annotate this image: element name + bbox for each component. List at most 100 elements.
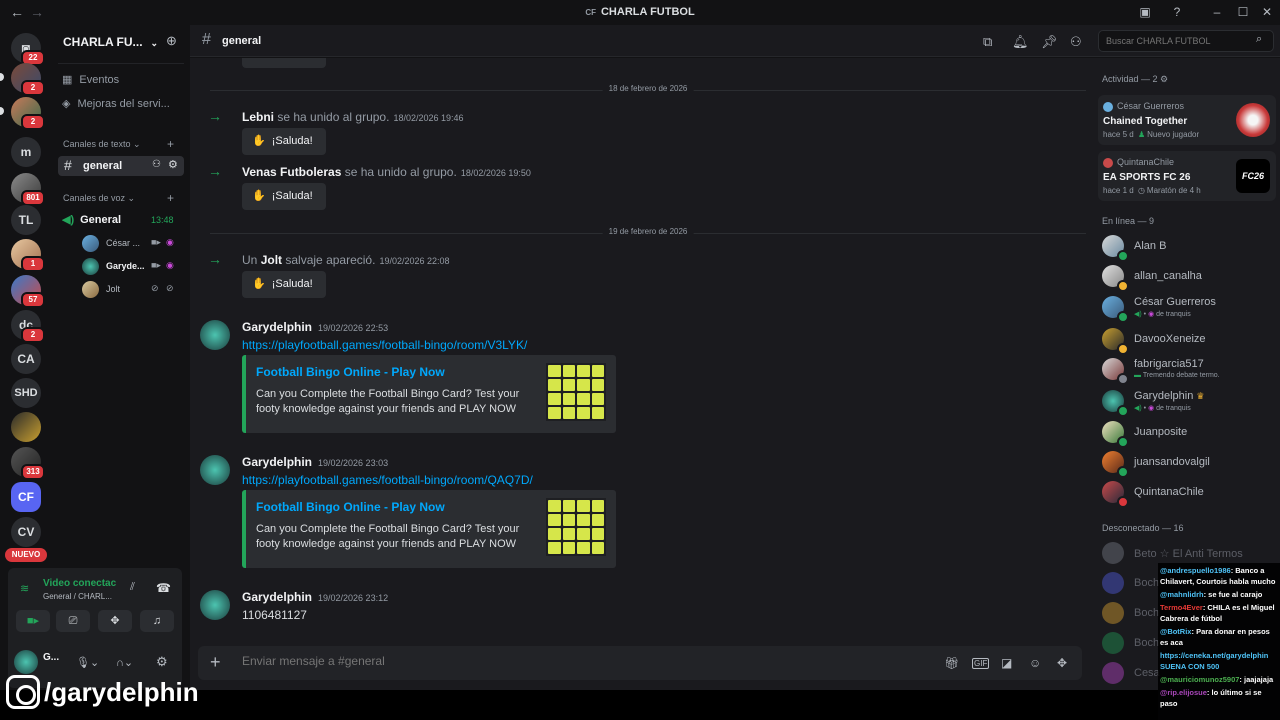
- voice-channel-path[interactable]: General / CHARL...: [43, 592, 112, 601]
- user-name[interactable]: G...: [43, 652, 59, 663]
- wave-button[interactable]: ✋ ¡Saluda!: [242, 183, 326, 210]
- message-link[interactable]: https://playfootball.games/football-bing…: [242, 473, 533, 487]
- screen-share-button[interactable]: ⎚: [56, 610, 90, 632]
- server-icon[interactable]: 2: [11, 63, 45, 96]
- member-list-icon[interactable]: ⚇: [1070, 34, 1082, 50]
- avatar[interactable]: [200, 455, 230, 485]
- add-voice-channel-icon[interactable]: +: [167, 191, 174, 205]
- server-icon[interactable]: CF: [11, 482, 41, 512]
- server-initials: TL: [18, 213, 34, 227]
- embed-thumbnail[interactable]: [546, 498, 606, 556]
- channel-general[interactable]: # general ⚇ ⚙: [58, 156, 184, 176]
- server-name[interactable]: CHARLA FU... ⌄: [63, 35, 158, 49]
- member-item[interactable]: Juanposite: [1102, 421, 1272, 448]
- member-item[interactable]: fabrigarcia517 ▬ Tremendo debate termo.: [1102, 358, 1272, 385]
- embed-thumbnail[interactable]: [546, 363, 606, 421]
- author-name[interactable]: Garydelphin: [242, 320, 312, 334]
- gif-icon[interactable]: GIF: [972, 658, 990, 669]
- activities-button[interactable]: ✥: [98, 610, 132, 632]
- soundboard-button[interactable]: ♫: [140, 610, 174, 632]
- add-attachment-icon[interactable]: +: [210, 652, 221, 673]
- server-icon[interactable]: dc 2: [11, 310, 45, 343]
- message-link[interactable]: https://playfootball.games/football-bing…: [242, 338, 527, 352]
- apps-icon[interactable]: ✥: [1057, 656, 1067, 670]
- member-status-text: de tranquis: [1156, 405, 1191, 412]
- camera-button[interactable]: ■▸: [16, 610, 50, 632]
- server-icon[interactable]: 57: [11, 275, 45, 308]
- embed-title[interactable]: Football Bingo Online - Play Now: [256, 365, 445, 379]
- server-icon[interactable]: SHD: [11, 378, 41, 408]
- server-icon[interactable]: 1: [11, 239, 45, 272]
- wave-button[interactable]: ✋ ¡Saluda!: [242, 271, 326, 298]
- gear-icon[interactable]: ⚙: [1160, 74, 1168, 84]
- member-item[interactable]: allan_canalha: [1102, 265, 1272, 292]
- voice-category[interactable]: Canales de voz ⌄: [63, 193, 135, 204]
- avatar[interactable]: [200, 320, 230, 350]
- member-item[interactable]: juansandovalgil: [1102, 451, 1272, 478]
- wave-button-partial[interactable]: [242, 58, 326, 68]
- invite-member-icon[interactable]: ⚇: [152, 159, 161, 170]
- pin-icon[interactable]: 📌︎: [1041, 34, 1058, 50]
- activity-card[interactable]: César Guerreros Chained Together hace 5 …: [1098, 95, 1276, 145]
- avatar[interactable]: [14, 650, 38, 674]
- boosts-item[interactable]: ◈ Mejoras del servi...: [62, 97, 182, 110]
- text-category[interactable]: Canales de texto ⌄: [63, 139, 141, 150]
- inbox-icon[interactable]: ▣: [1138, 5, 1152, 19]
- emoji-icon[interactable]: ☺: [1029, 656, 1041, 670]
- voice-user-name[interactable]: Jolt: [106, 284, 120, 294]
- close-icon[interactable]: ✕: [1260, 5, 1274, 19]
- member-item[interactable]: Alan B: [1102, 235, 1272, 262]
- activity-status: Nuevo jugador: [1147, 130, 1200, 139]
- server-icon[interactable]: CA: [11, 344, 41, 374]
- server-icon[interactable]: 2: [11, 97, 45, 130]
- hash-icon: #: [202, 31, 211, 48]
- server-icon[interactable]: m: [11, 137, 41, 167]
- minimize-icon[interactable]: –: [1210, 5, 1224, 19]
- threads-icon[interactable]: ⧉: [983, 34, 992, 50]
- search-icon[interactable]: ⌕: [1256, 33, 1262, 46]
- noise-suppression-icon[interactable]: ⫽: [130, 581, 135, 594]
- voice-status[interactable]: Video conectac: [43, 578, 116, 589]
- embed-title[interactable]: Football Bingo Online - Play Now: [256, 500, 445, 514]
- streaming-icon: ◉: [166, 260, 174, 270]
- author-name[interactable]: Garydelphin: [242, 455, 312, 469]
- joined-user-name[interactable]: Jolt: [261, 253, 282, 267]
- joined-user-name[interactable]: Venas Futboleras: [242, 165, 341, 179]
- server-icon[interactable]: 313: [11, 447, 45, 480]
- settings-gear-icon[interactable]: ⚙: [168, 158, 178, 171]
- member-item[interactable]: QuintanaChile: [1102, 481, 1272, 508]
- avatar[interactable]: [200, 590, 230, 620]
- server-icon[interactable]: TL: [11, 205, 41, 235]
- mic-icon[interactable]: 🎙︎⌄: [76, 656, 99, 669]
- activity-card[interactable]: QuintanaChile EA SPORTS FC 26 hace 1 d ◷…: [1098, 151, 1276, 201]
- events-item[interactable]: ▦ Eventos: [62, 73, 182, 86]
- server-icon[interactable]: [11, 412, 41, 442]
- voice-user-name[interactable]: César ...: [106, 238, 140, 248]
- member-item[interactable]: César Guerreros ◀) • ◉ de tranquis: [1102, 296, 1272, 323]
- wave-button[interactable]: ✋ ¡Saluda!: [242, 128, 326, 155]
- voice-user-name[interactable]: Garyde...: [106, 261, 145, 271]
- unread-pill: [0, 107, 4, 115]
- joined-user-name[interactable]: Lebni: [242, 110, 274, 124]
- signal-icon[interactable]: ≋: [20, 582, 29, 595]
- help-icon[interactable]: ?: [1170, 5, 1184, 19]
- message-input[interactable]: [242, 654, 742, 668]
- stream-chat-message: https://ceneka.net/garydelphin SUENA CON…: [1160, 651, 1269, 671]
- author-name[interactable]: Garydelphin: [242, 590, 312, 604]
- member-item[interactable]: DavooXeneize: [1102, 328, 1272, 355]
- server-icon[interactable]: 801: [11, 173, 45, 206]
- server-icon[interactable]: CV: [11, 517, 41, 547]
- gift-icon[interactable]: 🎁︎: [944, 656, 959, 670]
- add-channel-icon[interactable]: +: [167, 137, 174, 151]
- maximize-icon[interactable]: ☐: [1236, 5, 1250, 19]
- direct-messages-icon[interactable]: ◙ 22: [11, 33, 45, 66]
- member-item[interactable]: Garydelphin ♛ ◀) • ◉ de tranquis: [1102, 390, 1272, 417]
- headphones-icon[interactable]: ∩⌄: [116, 656, 133, 669]
- online-status-icon: [1117, 311, 1129, 323]
- search-input[interactable]: [1098, 30, 1274, 52]
- user-settings-gear-icon[interactable]: ⚙: [156, 654, 168, 670]
- disconnect-icon[interactable]: ☎: [156, 581, 171, 595]
- notification-bell-icon[interactable]: 🔔︎: [1012, 34, 1029, 50]
- sticker-icon[interactable]: ◪: [1001, 656, 1012, 670]
- invite-icon[interactable]: ⊕: [166, 33, 177, 49]
